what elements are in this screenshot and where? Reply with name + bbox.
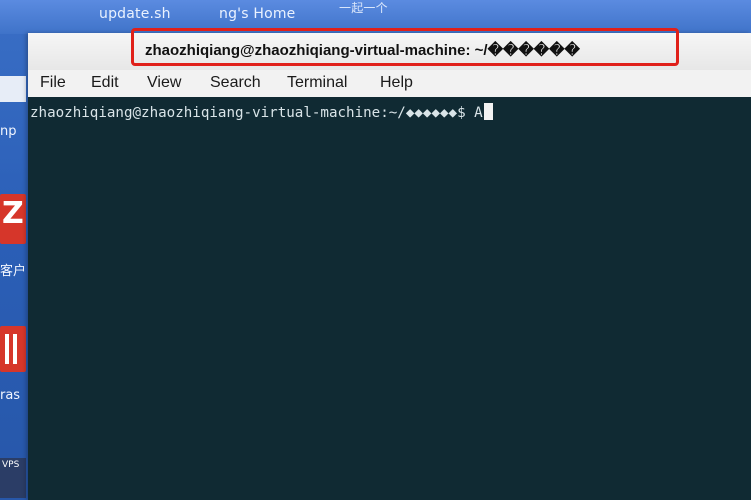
menu-bar: File Edit View Search Terminal Help (28, 70, 751, 98)
desktop-icon-label-2: 客户 (0, 264, 26, 279)
window-title: zhaozhiqiang@zhaozhiqiang-virtual-machin… (145, 42, 580, 59)
window-titlebar[interactable]: zhaozhiqiang@zhaozhiqiang-virtual-machin… (28, 28, 751, 71)
desktop-icon-archive[interactable] (0, 326, 26, 372)
menu-view[interactable]: View (147, 74, 181, 92)
terminal-input[interactable]: A (474, 105, 483, 121)
desktop-icon-cloud-app[interactable]: Z (0, 194, 26, 244)
menu-terminal[interactable]: Terminal (287, 74, 347, 92)
terminal-cursor (483, 103, 493, 120)
desktop-icon-label-update[interactable]: update.sh (99, 6, 171, 22)
desktop-icon-label-3: ras (0, 388, 21, 403)
terminal-window: zhaozhiqiang@zhaozhiqiang-virtual-machin… (28, 28, 751, 500)
menu-file[interactable]: File (40, 74, 66, 92)
menu-help[interactable]: Help (380, 74, 413, 92)
terminal-area[interactable]: zhaozhiqiang@zhaozhiqiang-virtual-machin… (28, 97, 751, 500)
desktop-icon-label-home[interactable]: ng's Home (219, 6, 296, 22)
terminal-prompt-line: zhaozhiqiang@zhaozhiqiang-virtual-machin… (30, 103, 493, 121)
desktop-icon-label-1: np (0, 124, 17, 139)
terminal-prompt: zhaozhiqiang@zhaozhiqiang-virtual-machin… (30, 105, 475, 121)
desktop-icon-label-misc[interactable]: 一起一个 (339, 0, 388, 16)
menu-search[interactable]: Search (210, 74, 261, 92)
vps-icon-label: VPS (2, 460, 20, 470)
desktop-left-icons: np Z 客户 ras VPS (0, 34, 28, 500)
menu-edit[interactable]: Edit (91, 74, 119, 92)
cloud-app-glyph-icon: Z (2, 196, 24, 231)
desktop-icon-1[interactable] (0, 76, 26, 102)
desktop-icon-vps[interactable]: VPS (0, 458, 26, 498)
